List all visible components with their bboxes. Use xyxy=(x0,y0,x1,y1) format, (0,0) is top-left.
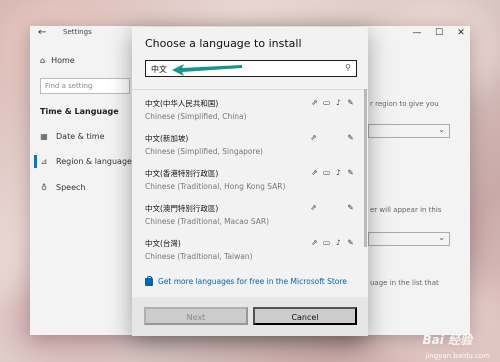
language-features: ⇗ ▭ ♪ ✎ xyxy=(310,98,355,107)
speech-recognition-icon: ♪ xyxy=(336,98,341,107)
language-native-name: 中文(香港特別行政區) xyxy=(145,169,219,178)
watermark-url: jingyan.baidu.com xyxy=(425,352,490,360)
sidebar-item-region-language[interactable]: ⊿ Region & language xyxy=(34,155,132,168)
list-item[interactable]: 中文(澳門特別行政區) Chinese (Traditional, Macao … xyxy=(145,203,355,237)
close-icon[interactable]: ✕ xyxy=(450,26,472,40)
maximize-icon[interactable]: ☐ xyxy=(428,26,450,40)
display-language-icon: ⇗ xyxy=(311,238,318,247)
back-arrow-icon[interactable]: ← xyxy=(38,27,46,38)
language-english-name: Chinese (Traditional, Taiwan) xyxy=(145,252,253,261)
language-native-name: 中文(澳門特別行政區) xyxy=(145,204,219,213)
handwriting-icon: ✎ xyxy=(347,238,354,247)
minimize-icon[interactable]: — xyxy=(406,26,428,40)
text-to-speech-icon: ▭ xyxy=(322,98,331,107)
cancel-button[interactable]: Cancel xyxy=(253,307,357,325)
list-item[interactable]: 中文(台灣) Chinese (Traditional, Taiwan) ⇗ ▭… xyxy=(145,238,355,272)
language-english-name: Chinese (Traditional, Hong Kong SAR) xyxy=(145,182,286,191)
sidebar-item-date-time[interactable]: ▦ Date & time xyxy=(40,132,105,141)
language-native-name: 中文(中华人民共和国) xyxy=(145,99,219,108)
language-english-name: Chinese (Traditional, Macao SAR) xyxy=(145,217,270,226)
watermark-logo: Bai 经验 xyxy=(422,333,472,347)
sidebar-item-speech[interactable]: ♁ Speech xyxy=(40,183,85,192)
text-to-speech-icon: ▭ xyxy=(322,238,331,247)
display-language-icon: ⇗ xyxy=(311,98,318,107)
chevron-down-icon: ⌄ xyxy=(438,233,445,242)
store-link-label: Get more languages for free in the Micro… xyxy=(158,277,347,286)
language-features: ⇗ ✎ xyxy=(309,133,355,142)
nav-home-label: Home xyxy=(51,56,75,65)
dialog-title: Choose a language to install xyxy=(145,37,302,50)
list-item[interactable]: 中文(香港特別行政區) Chinese (Traditional, Hong K… xyxy=(145,168,355,202)
speech-recognition-icon: ♪ xyxy=(336,238,341,247)
language-english-name: Chinese (Simplified, China) xyxy=(145,112,247,121)
right-pane-text: r region to give you xyxy=(370,100,439,108)
right-pane-text: uage in the list that xyxy=(370,279,439,287)
language-features: ⇗ ✎ xyxy=(309,203,355,212)
handwriting-icon: ✎ xyxy=(347,98,354,107)
handwriting-icon: ✎ xyxy=(347,133,354,142)
display-language-icon: ⇗ xyxy=(311,168,318,177)
sidebar-item-label: Region & language xyxy=(56,157,132,166)
home-icon: ⌂ xyxy=(40,56,46,65)
text-to-speech-icon: ▭ xyxy=(322,168,331,177)
language-english-name: Chinese (Simplified, Singapore) xyxy=(145,147,263,156)
search-icon[interactable]: ⚲ xyxy=(345,63,351,72)
right-pane-text: er will appear in this xyxy=(370,206,442,214)
display-language-icon: ⇗ xyxy=(310,203,317,212)
calendar-icon: ▦ xyxy=(40,132,48,141)
language-list: 中文(中华人民共和国) Chinese (Simplified, China) … xyxy=(132,89,368,289)
list-item[interactable]: 中文(新加坡) Chinese (Simplified, Singapore) … xyxy=(145,133,355,167)
annotation-arrow xyxy=(172,64,242,76)
language-native-name: 中文(台灣) xyxy=(145,239,181,248)
language-features: ⇗ ▭ ♪ ✎ xyxy=(310,168,355,177)
nav-home[interactable]: ⌂ Home xyxy=(40,56,75,65)
right-pane-dropdown[interactable]: ⌄ xyxy=(368,232,450,246)
choose-language-dialog: Choose a language to install 中文 ⚲ 中文(中华人… xyxy=(132,27,368,336)
find-setting-placeholder: Find a setting xyxy=(45,82,93,90)
dialog-footer: Next Cancel xyxy=(132,297,368,336)
sidebar-item-label: Date & time xyxy=(56,132,105,141)
nav-section-title: Time & Language xyxy=(40,107,119,116)
chevron-down-icon: ⌄ xyxy=(438,125,445,134)
scrollbar[interactable] xyxy=(364,89,367,247)
display-language-icon: ⇗ xyxy=(310,133,317,142)
language-features: ⇗ ▭ ♪ ✎ xyxy=(310,238,355,247)
microsoft-store-link[interactable]: Get more languages for free in the Micro… xyxy=(145,275,347,286)
sidebar-item-label: Speech xyxy=(56,183,86,192)
handwriting-icon: ✎ xyxy=(347,168,354,177)
find-setting-input[interactable]: Find a setting xyxy=(40,78,130,94)
right-pane-dropdown[interactable]: ⌄ xyxy=(368,124,450,138)
language-native-name: 中文(新加坡) xyxy=(145,134,189,143)
speech-recognition-icon: ♪ xyxy=(336,168,341,177)
microphone-icon: ♁ xyxy=(41,183,47,192)
next-button[interactable]: Next xyxy=(144,307,248,325)
region-icon: ⊿ xyxy=(40,157,48,166)
list-item[interactable]: 中文(中华人民共和国) Chinese (Simplified, China) … xyxy=(145,98,355,132)
search-value: 中文 xyxy=(151,65,167,74)
store-bag-icon xyxy=(145,275,153,286)
handwriting-icon: ✎ xyxy=(347,203,354,212)
window-title: Settings xyxy=(63,28,92,36)
